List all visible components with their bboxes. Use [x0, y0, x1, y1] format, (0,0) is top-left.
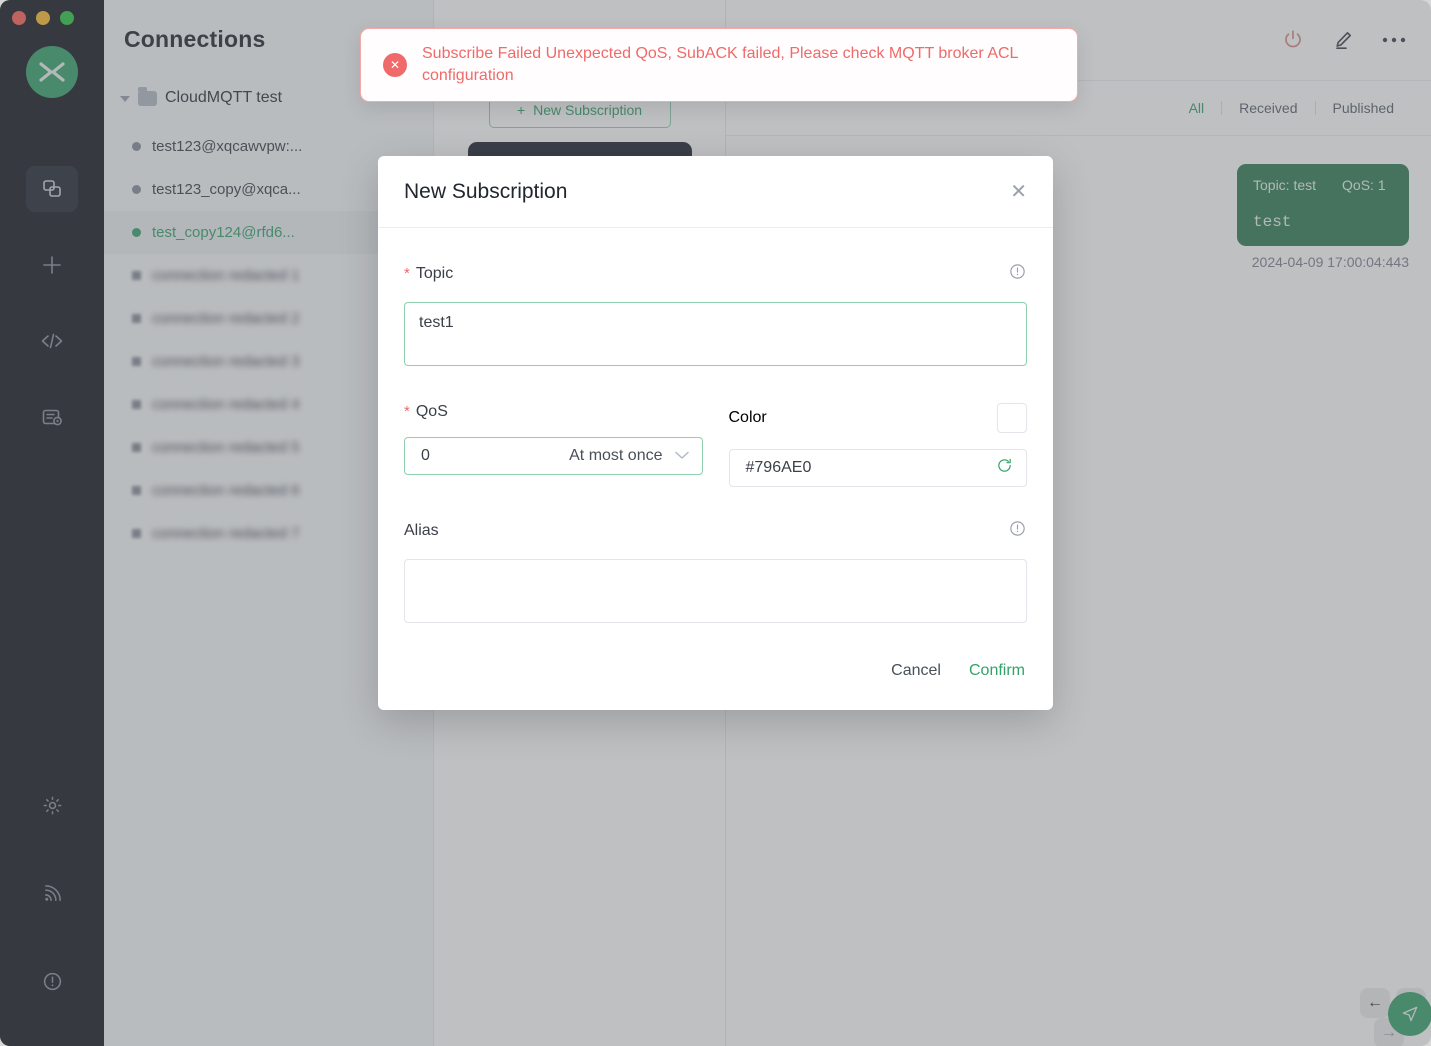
- topic-label-text: Topic: [404, 265, 453, 283]
- qos-field-label: QoS: [404, 403, 703, 421]
- qos-select[interactable]: 0 At most once: [404, 437, 703, 475]
- alias-label-text: Alias: [404, 522, 439, 540]
- error-circle-icon: ✕: [383, 53, 407, 77]
- dialog-header: New Subscription ✕: [378, 156, 1053, 228]
- alias-field-label: Alias: [404, 519, 1027, 543]
- qos-description: At most once: [569, 447, 662, 465]
- info-circle-icon[interactable]: [1008, 262, 1027, 286]
- color-swatch-button[interactable]: [997, 403, 1027, 433]
- color-field-label: Color: [729, 403, 1028, 433]
- topic-field-label: Topic: [404, 262, 1027, 286]
- close-icon[interactable]: ✕: [1010, 182, 1027, 202]
- topic-input[interactable]: [404, 302, 1027, 366]
- dialog-footer: Cancel Confirm: [378, 628, 1053, 710]
- color-hex-input[interactable]: #796AE0: [729, 449, 1028, 487]
- cancel-button[interactable]: Cancel: [891, 662, 941, 680]
- refresh-icon[interactable]: [996, 457, 1013, 479]
- color-field: Color #796AE0: [729, 403, 1028, 487]
- color-label-text: Color: [729, 409, 767, 427]
- confirm-button[interactable]: Confirm: [969, 662, 1025, 680]
- dialog-title: New Subscription: [404, 180, 567, 204]
- qos-color-row: QoS 0 At most once Color: [404, 403, 1027, 487]
- qos-value: 0: [421, 447, 430, 465]
- color-hex-value: #796AE0: [746, 459, 812, 477]
- app-window: Connections CloudMQTT test test123@xqcaw…: [0, 0, 1431, 1046]
- qos-field: QoS 0 At most once: [404, 403, 703, 487]
- alias-input[interactable]: [404, 559, 1027, 623]
- info-circle-icon[interactable]: [1008, 519, 1027, 543]
- new-subscription-dialog: New Subscription ✕ Topic QoS: [378, 156, 1053, 710]
- error-toast[interactable]: ✕ Subscribe Failed Unexpected QoS, SubAC…: [360, 28, 1078, 102]
- error-toast-message: Subscribe Failed Unexpected QoS, SubACK …: [422, 43, 1055, 86]
- alias-field: Alias: [404, 519, 1027, 628]
- dialog-body: Topic QoS 0 At most o: [378, 228, 1053, 628]
- chevron-down-icon: [675, 447, 689, 465]
- qos-label-text: QoS: [404, 403, 448, 421]
